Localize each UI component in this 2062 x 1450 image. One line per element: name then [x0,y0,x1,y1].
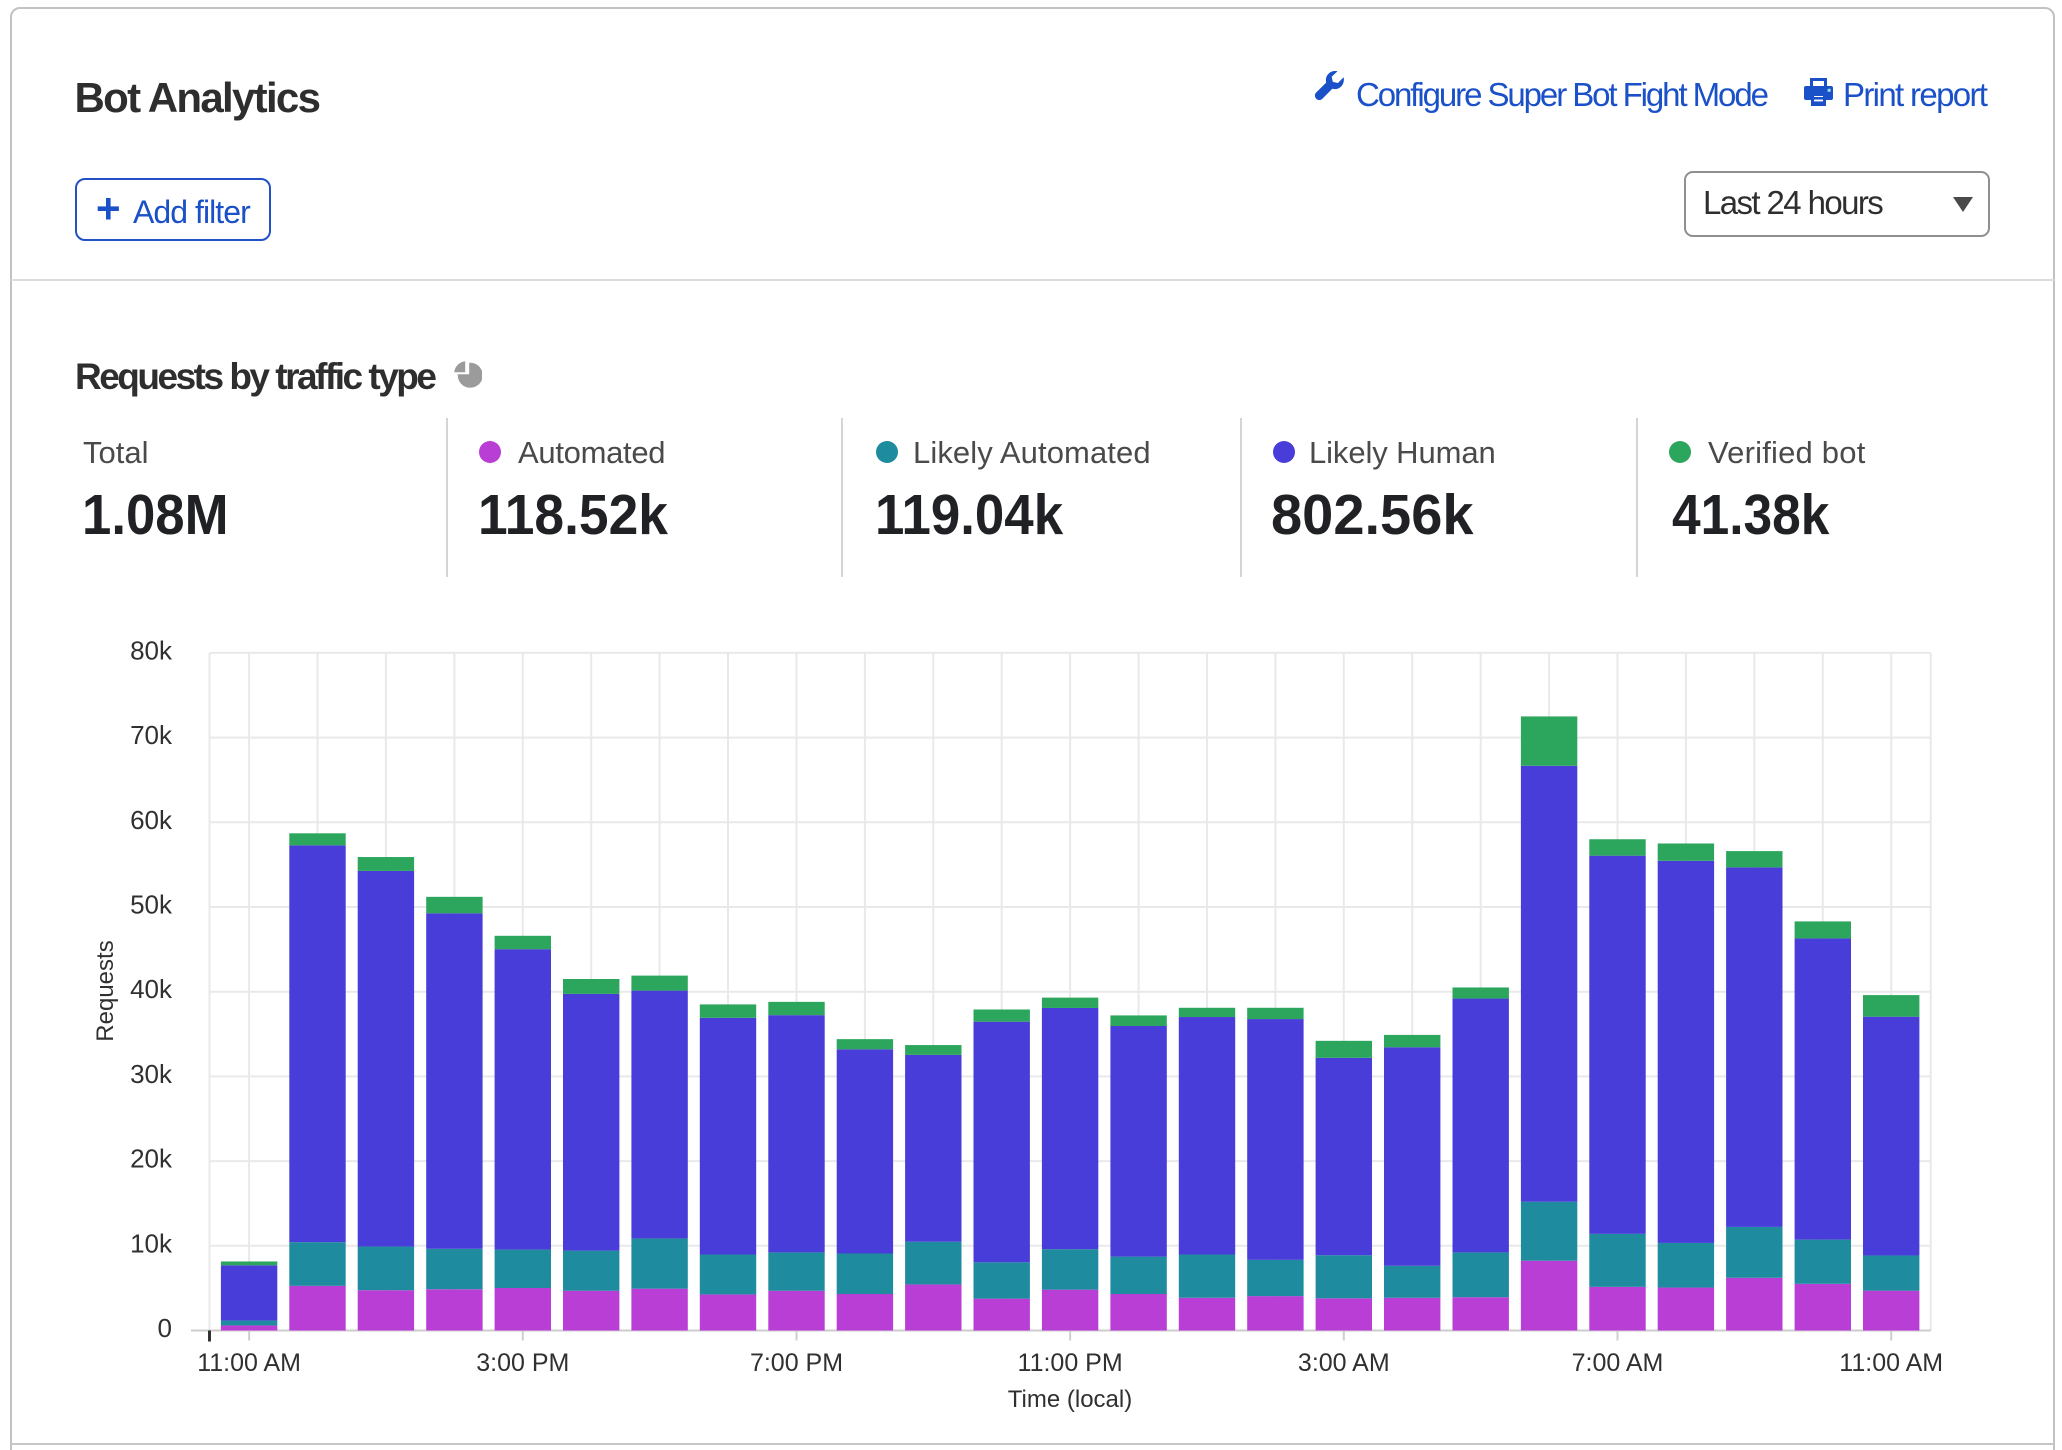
svg-text:3:00 PM: 3:00 PM [476,1349,569,1377]
svg-text:3:00 AM: 3:00 AM [1298,1349,1390,1377]
svg-text:60k: 60k [130,805,173,835]
svg-text:70k: 70k [130,720,173,750]
svg-text:11:00 AM: 11:00 AM [197,1349,301,1377]
svg-text:20k: 20k [130,1144,173,1174]
svg-text:11:00 AM: 11:00 AM [1839,1349,1943,1377]
svg-text:Requests: Requests [92,940,119,1041]
svg-text:0: 0 [158,1313,172,1343]
svg-text:40k: 40k [130,974,173,1004]
svg-text:7:00 PM: 7:00 PM [750,1349,843,1377]
svg-text:10k: 10k [130,1228,173,1258]
svg-text:11:00 PM: 11:00 PM [1018,1349,1123,1377]
svg-text:Time (local): Time (local) [1008,1386,1132,1413]
svg-text:7:00 AM: 7:00 AM [1572,1349,1664,1377]
svg-text:30k: 30k [130,1059,173,1089]
svg-text:80k: 80k [130,635,173,665]
svg-text:50k: 50k [130,890,173,920]
